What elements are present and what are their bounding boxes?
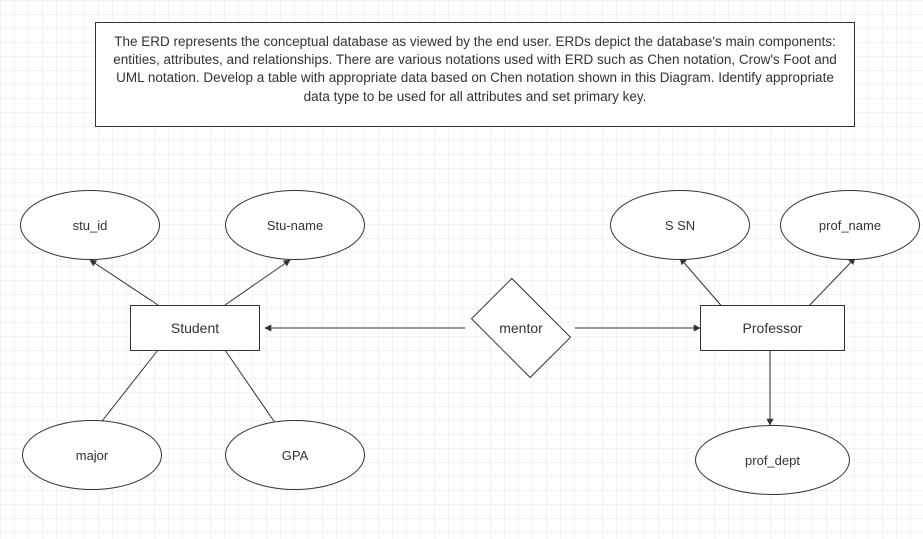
attr-gpa: GPA [225, 420, 365, 490]
diagram-canvas: The ERD represents the conceptual databa… [0, 0, 923, 539]
relationship-mentor: mentor [462, 288, 580, 368]
entity-professor: Professor [700, 305, 845, 351]
relationship-label: mentor [499, 320, 543, 336]
attr-major: major [22, 420, 162, 490]
entity-label: Professor [743, 320, 803, 336]
attr-label: prof_dept [745, 453, 800, 468]
attr-label: S SN [665, 218, 695, 233]
attr-label: Stu-name [267, 218, 323, 233]
entity-student: Student [130, 305, 260, 351]
attr-prof-name: prof_name [780, 190, 920, 260]
description-text: The ERD represents the conceptual databa… [113, 34, 836, 104]
attr-ssn: S SN [610, 190, 750, 260]
attr-label: GPA [282, 448, 309, 463]
description-box: The ERD represents the conceptual databa… [95, 22, 855, 127]
attr-label: stu_id [73, 218, 108, 233]
attr-label: major [76, 448, 109, 463]
attr-prof-dept: prof_dept [695, 425, 850, 495]
attr-label: prof_name [819, 218, 881, 233]
attr-stu-name: Stu-name [225, 190, 365, 260]
entity-label: Student [171, 320, 219, 336]
attr-stu-id: stu_id [20, 190, 160, 260]
